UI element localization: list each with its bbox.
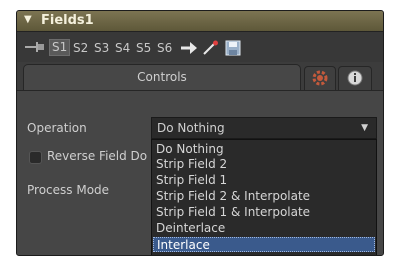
option-interlace[interactable]: Interlace (153, 237, 375, 252)
picker-icon[interactable] (202, 40, 220, 56)
toolbar: S1 S2 S3 S4 S5 S6 (17, 32, 383, 62)
slot-s6[interactable]: S6 (157, 41, 172, 55)
tab-controls[interactable]: Controls (23, 64, 301, 90)
reverse-field-label: Reverse Field Do (47, 149, 148, 163)
tab-settings[interactable] (304, 66, 336, 90)
pin-icon[interactable] (24, 40, 46, 54)
info-icon (347, 70, 363, 86)
save-icon[interactable] (224, 40, 242, 56)
process-mode-label: Process Mode (27, 183, 110, 197)
option-do-nothing[interactable]: Do Nothing (153, 142, 375, 157)
slot-s3[interactable]: S3 (94, 41, 109, 55)
panel-title: Fields1 (41, 13, 94, 28)
option-strip-field-2-interpolate[interactable]: Strip Field 2 & Interpolate (153, 189, 375, 204)
apply-arrow-icon[interactable] (180, 40, 198, 56)
slot-s4[interactable]: S4 (115, 41, 130, 55)
operation-value: Do Nothing (157, 121, 225, 135)
slot-s2[interactable]: S2 (73, 41, 88, 55)
operation-dropdown-list: Do Nothing Strip Field 2 Strip Field 1 S… (151, 139, 377, 255)
option-strip-field-1[interactable]: Strip Field 1 (153, 173, 375, 188)
panel-header[interactable]: ▼ Fields1 (17, 11, 383, 32)
option-strip-field-2[interactable]: Strip Field 2 (153, 157, 375, 172)
gear-icon (312, 70, 328, 86)
tab-row: Controls (17, 64, 383, 90)
operation-select[interactable]: Do Nothing ▼ (151, 117, 377, 139)
option-strip-field-1-interpolate[interactable]: Strip Field 1 & Interpolate (153, 205, 375, 220)
slot-s5[interactable]: S5 (136, 41, 151, 55)
option-deinterlace[interactable]: Deinterlace (153, 221, 375, 236)
tool-panel: ▼ Fields1 S1 S2 S3 S4 S5 S6 Controls Ope… (16, 10, 384, 256)
chevron-down-icon: ▼ (361, 123, 368, 133)
tab-info[interactable] (338, 66, 372, 90)
operation-label: Operation (27, 121, 87, 135)
slot-s1[interactable]: S1 (49, 39, 71, 56)
collapse-arrow-icon[interactable]: ▼ (24, 14, 32, 25)
reverse-field-checkbox[interactable] (29, 151, 42, 164)
